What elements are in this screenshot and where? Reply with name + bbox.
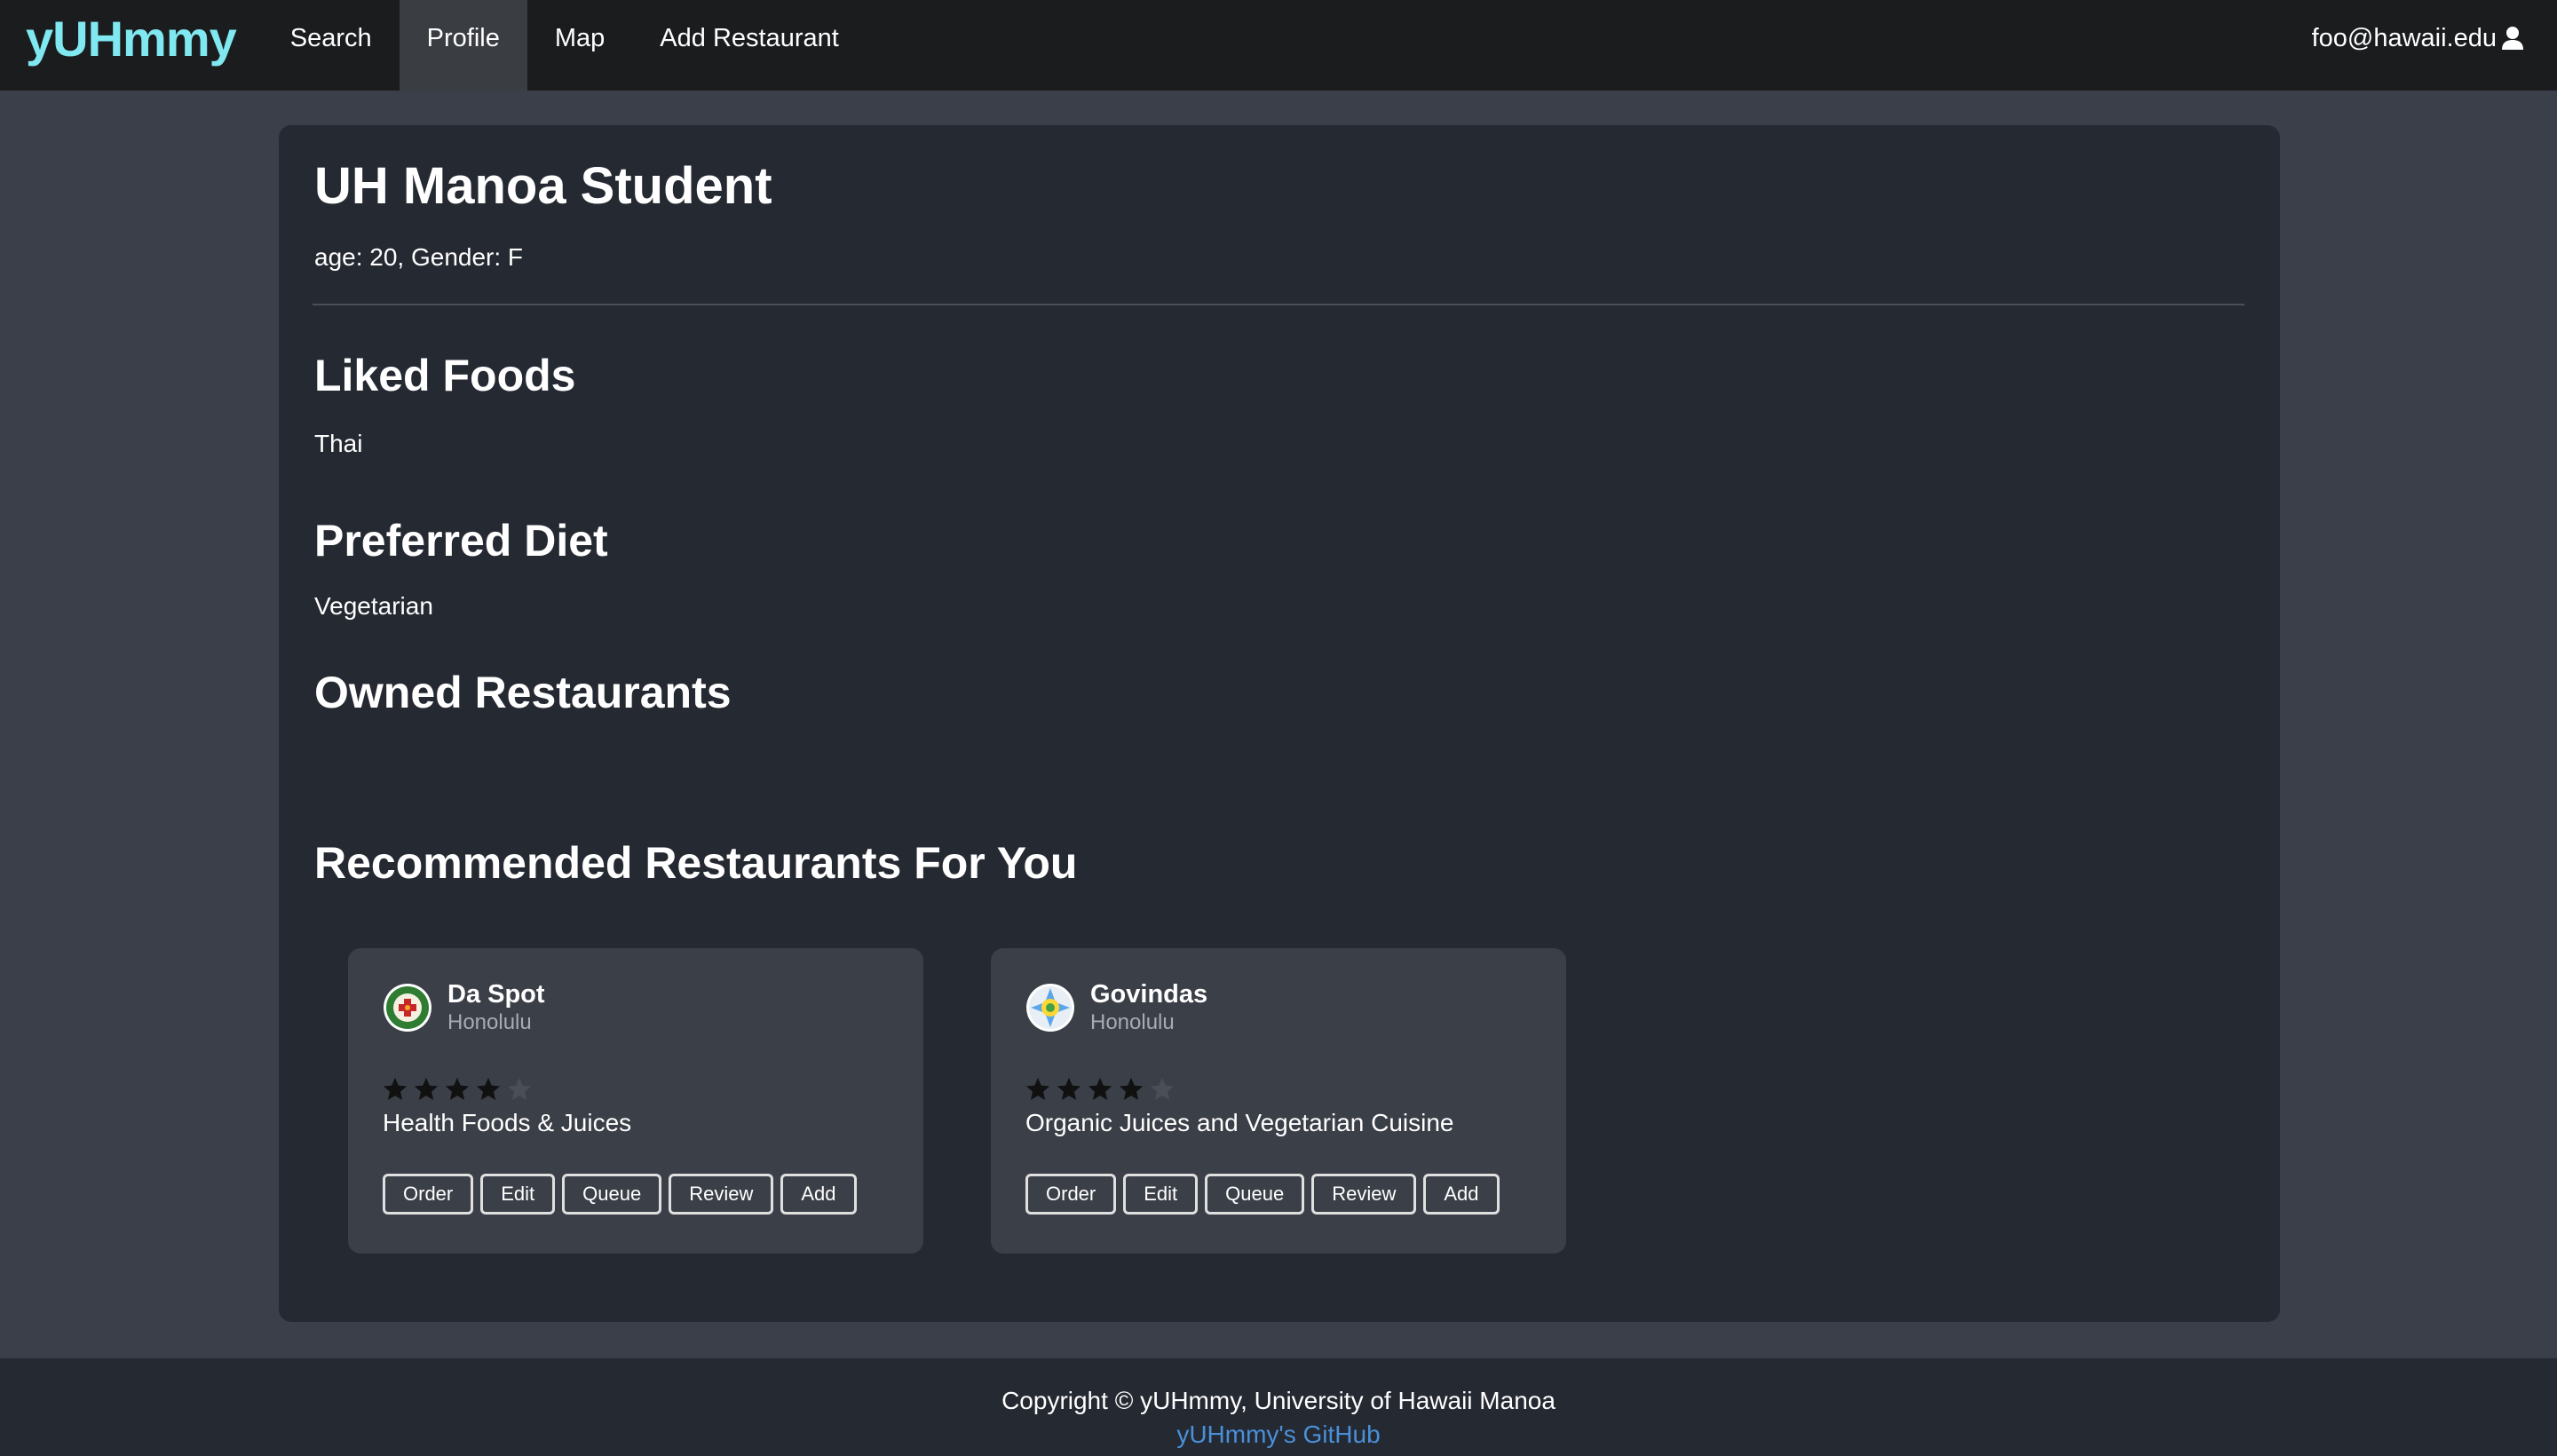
- nav-item-add-restaurant[interactable]: Add Restaurant: [632, 0, 867, 76]
- star-rating: [382, 1076, 533, 1103]
- star-empty-icon: [507, 1077, 532, 1100]
- add-button[interactable]: Add: [780, 1174, 857, 1215]
- divider: [313, 304, 2244, 305]
- owned-restaurants-heading: Owned Restaurants: [314, 668, 732, 717]
- liked-foods-value: Thai: [314, 430, 363, 457]
- govindas-logo-icon: [1025, 983, 1075, 1033]
- star-filled-icon: [476, 1077, 501, 1100]
- queue-button[interactable]: Queue: [562, 1174, 662, 1215]
- edit-button[interactable]: Edit: [480, 1174, 556, 1215]
- star-filled-icon: [383, 1077, 408, 1100]
- nav-item-map[interactable]: Map: [527, 0, 632, 76]
- profile-info: age: 20, Gender: F: [314, 243, 524, 271]
- preferred-diet-value: Vegetarian: [314, 592, 433, 620]
- restaurant-description: Organic Juices and Vegetarian Cuisine: [1025, 1109, 1454, 1136]
- restaurant-card-da-spot: Da Spot Honolulu Health Foods & Juices O…: [348, 948, 923, 1254]
- edit-button[interactable]: Edit: [1123, 1174, 1199, 1215]
- restaurant-name: Govindas: [1090, 980, 1208, 1009]
- footer: Copyright © yUHmmy, University of Hawaii…: [0, 1358, 2557, 1456]
- restaurant-description: Health Foods & Juices: [383, 1109, 632, 1136]
- star-rating: [1025, 1076, 1176, 1103]
- star-filled-icon: [1119, 1077, 1144, 1100]
- star-filled-icon: [414, 1077, 439, 1100]
- github-link[interactable]: yUHmmy's GitHub: [0, 1420, 2557, 1449]
- profile-name: UH Manoa Student: [314, 157, 772, 215]
- add-button[interactable]: Add: [1423, 1174, 1500, 1215]
- star-empty-icon: [1150, 1077, 1175, 1100]
- order-button[interactable]: Order: [1025, 1174, 1117, 1215]
- star-filled-icon: [1025, 1077, 1050, 1100]
- review-button[interactable]: Review: [669, 1174, 774, 1215]
- star-filled-icon: [1088, 1077, 1112, 1100]
- restaurant-name: Da Spot: [447, 980, 545, 1009]
- da-spot-logo-icon: [383, 983, 432, 1033]
- brand-logo[interactable]: yUHmmy: [0, 0, 263, 76]
- restaurant-card-govindas: Govindas Honolulu Organic Juices and Veg…: [991, 948, 1566, 1254]
- user-icon[interactable]: [2500, 26, 2525, 51]
- order-button[interactable]: Order: [383, 1174, 474, 1215]
- review-button[interactable]: Review: [1311, 1174, 1417, 1215]
- restaurant-actions: Order Edit Queue Review Add: [383, 1174, 857, 1215]
- recommended-heading: Recommended Restaurants For You: [314, 838, 1078, 888]
- restaurant-city: Honolulu: [1090, 1010, 1175, 1034]
- nav-item-search[interactable]: Search: [263, 0, 400, 76]
- restaurant-actions: Order Edit Queue Review Add: [1025, 1174, 1500, 1215]
- restaurant-city: Honolulu: [447, 1010, 532, 1034]
- liked-foods-heading: Liked Foods: [314, 351, 576, 400]
- user-menu[interactable]: foo@hawaii.edu: [2312, 0, 2557, 76]
- profile-card: UH Manoa Student age: 20, Gender: F Like…: [279, 125, 2280, 1322]
- user-email[interactable]: foo@hawaii.edu: [2312, 24, 2497, 53]
- footer-copyright: Copyright © yUHmmy, University of Hawaii…: [1001, 1387, 1556, 1414]
- top-navbar: yUHmmy Search Profile Map Add Restaurant…: [0, 0, 2557, 91]
- preferred-diet-heading: Preferred Diet: [314, 516, 608, 566]
- star-filled-icon: [1057, 1077, 1081, 1100]
- nav-item-profile[interactable]: Profile: [399, 0, 527, 91]
- star-filled-icon: [445, 1077, 470, 1100]
- queue-button[interactable]: Queue: [1205, 1174, 1305, 1215]
